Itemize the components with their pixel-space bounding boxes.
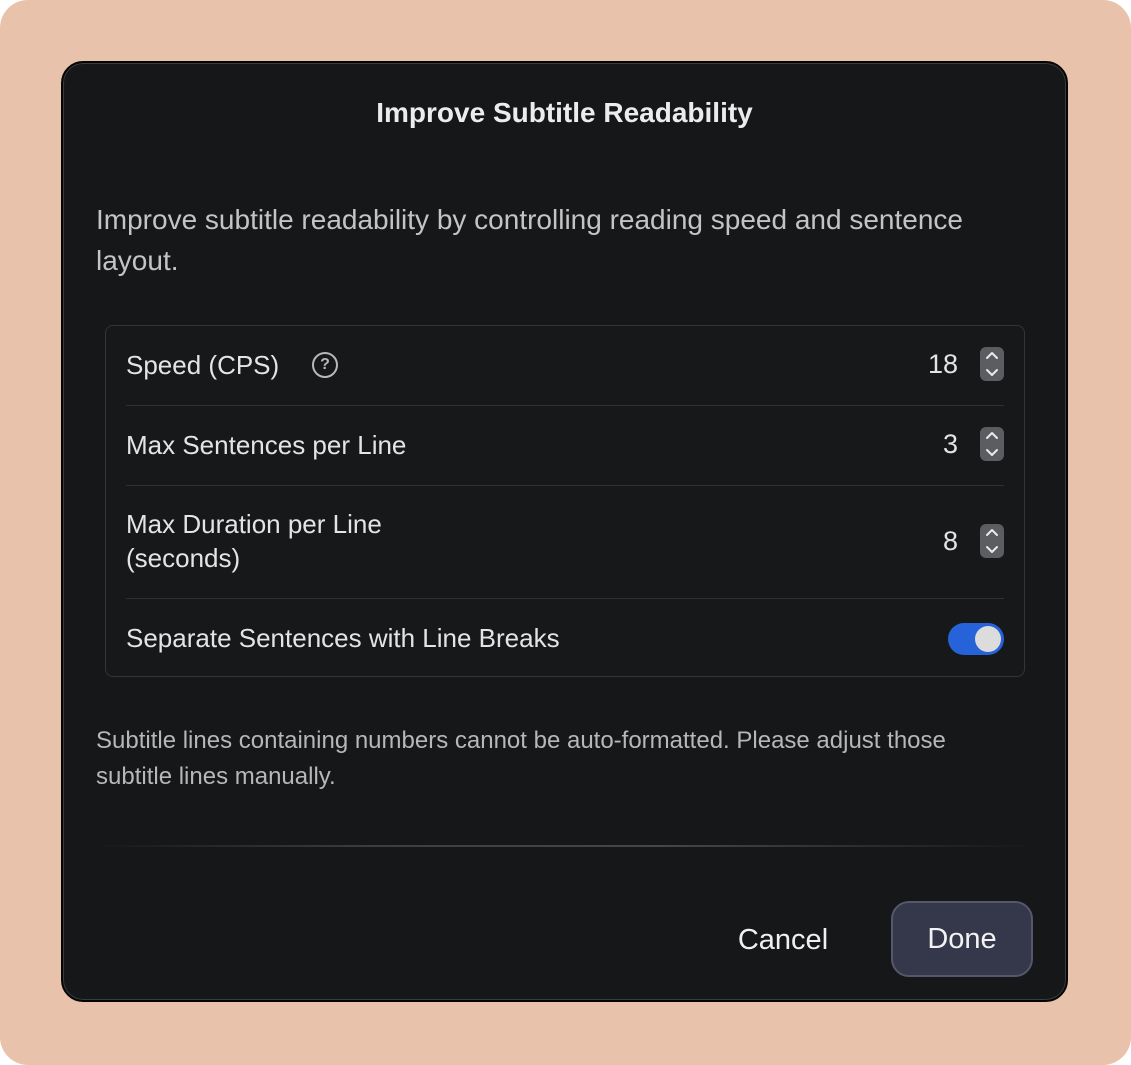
max-duration-unit-label: (seconds) xyxy=(126,543,241,573)
setting-row-separate-sentences: Separate Sentences with Line Breaks xyxy=(126,598,1004,676)
setting-row-max-duration: Max Duration per Line (seconds) 8 xyxy=(126,485,1004,599)
stepper-down-icon[interactable] xyxy=(980,541,1004,558)
stepper-down-icon[interactable] xyxy=(980,364,1004,381)
dialog-title: Improve Subtitle Readability xyxy=(376,97,753,128)
footer-divider xyxy=(93,845,1036,847)
speed-stepper[interactable] xyxy=(980,347,1004,381)
stepper-up-icon[interactable] xyxy=(980,427,1004,444)
separate-sentences-label: Separate Sentences with Line Breaks xyxy=(126,623,560,653)
speed-value[interactable]: 18 xyxy=(928,347,958,381)
max-sentences-value[interactable]: 3 xyxy=(943,427,958,461)
speed-label: Speed (CPS) xyxy=(126,350,280,380)
max-sentences-label: Max Sentences per Line xyxy=(126,430,407,460)
max-duration-label: Max Duration per Line xyxy=(126,509,382,539)
max-duration-value[interactable]: 8 xyxy=(943,524,958,558)
auto-format-note: Subtitle lines containing numbers cannot… xyxy=(96,727,946,790)
dialog-description: Improve subtitle readability by controll… xyxy=(96,204,963,276)
stepper-down-icon[interactable] xyxy=(980,444,1004,461)
cancel-button[interactable]: Cancel xyxy=(718,903,848,977)
max-duration-stepper[interactable] xyxy=(980,524,1004,558)
toggle-knob xyxy=(975,626,1001,652)
stepper-up-icon[interactable] xyxy=(980,524,1004,541)
stepper-up-icon[interactable] xyxy=(980,347,1004,364)
done-button[interactable]: Done xyxy=(891,901,1033,977)
question-circle-icon[interactable]: ? xyxy=(312,352,338,378)
setting-row-speed: Speed (CPS) ? 18 xyxy=(126,326,1004,406)
separate-sentences-toggle[interactable] xyxy=(948,623,1004,655)
max-sentences-stepper[interactable] xyxy=(980,427,1004,461)
readability-dialog: Improve Subtitle Readability Improve sub… xyxy=(61,61,1068,1002)
settings-group: Speed (CPS) ? 18 Max Sentences per Line … xyxy=(105,325,1025,677)
setting-row-max-sentences: Max Sentences per Line 3 xyxy=(126,405,1004,486)
